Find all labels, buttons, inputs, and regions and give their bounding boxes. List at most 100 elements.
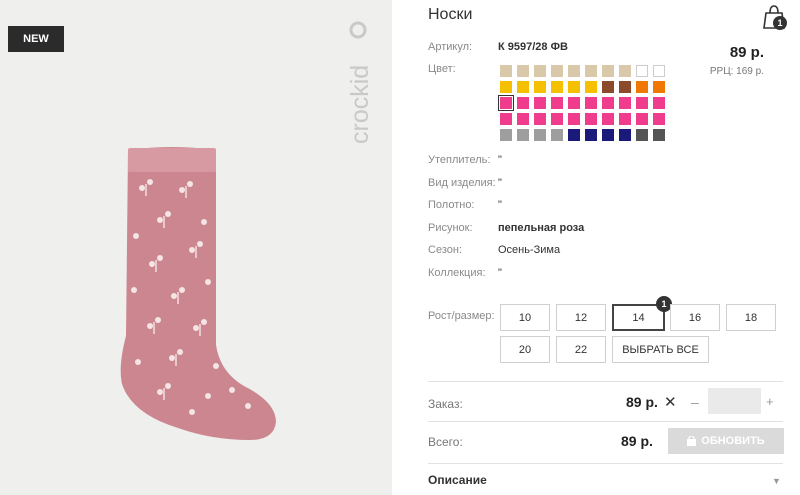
size-option[interactable]: 18 — [726, 304, 776, 331]
chevron-down-icon[interactable]: ▼ — [772, 476, 781, 486]
qty-plus-button[interactable]: + — [766, 394, 774, 409]
product-photo[interactable]: NEW crockid — [0, 0, 392, 495]
select-all-sizes-button[interactable]: ВЫБРАТЬ ВСЕ — [612, 336, 709, 363]
color-swatch[interactable] — [585, 129, 597, 141]
color-swatch[interactable] — [602, 65, 614, 77]
color-swatch[interactable] — [619, 129, 631, 141]
attribute-value: пепельная роза — [498, 222, 585, 234]
order-label: Заказ: — [428, 397, 463, 411]
size-option[interactable]: 20 — [500, 336, 550, 363]
svg-text:crockid: crockid — [346, 65, 374, 144]
color-swatch[interactable] — [568, 65, 580, 77]
divider — [428, 463, 783, 464]
color-swatch-selected[interactable] — [498, 95, 514, 111]
attribute-label: Полотно: — [428, 199, 475, 211]
color-swatch[interactable] — [534, 129, 546, 141]
color-swatch[interactable] — [636, 65, 648, 77]
color-swatch[interactable] — [585, 113, 597, 125]
divider — [428, 421, 783, 422]
color-swatch[interactable] — [534, 65, 546, 77]
color-swatch[interactable] — [517, 65, 529, 77]
color-swatch[interactable] — [636, 113, 648, 125]
color-swatch[interactable] — [636, 97, 648, 109]
color-swatch[interactable] — [653, 129, 665, 141]
attribute-value: " — [498, 199, 502, 211]
cart-count-badge: 1 — [773, 16, 787, 30]
attribute-value: " — [498, 267, 502, 279]
color-swatch[interactable] — [619, 113, 631, 125]
color-swatch[interactable] — [500, 81, 512, 93]
size-option[interactable]: 12 — [556, 304, 606, 331]
color-swatch[interactable] — [551, 113, 563, 125]
attribute-label: Вид изделия: — [428, 177, 496, 189]
color-swatch[interactable] — [500, 65, 512, 77]
color-swatch[interactable] — [602, 113, 614, 125]
sock-image — [120, 147, 277, 440]
remove-icon[interactable]: ✕ — [664, 393, 677, 411]
article-label: Артикул: — [428, 41, 473, 53]
total-label: Всего: — [428, 435, 463, 449]
description-toggle[interactable]: Описание — [428, 473, 487, 487]
color-swatch[interactable] — [568, 97, 580, 109]
color-swatch[interactable] — [585, 81, 597, 93]
order-price: 89 р. — [626, 394, 658, 410]
color-swatch[interactable] — [653, 97, 665, 109]
color-swatch[interactable] — [568, 129, 580, 141]
attribute-value: " — [498, 154, 502, 166]
color-swatch[interactable] — [551, 97, 563, 109]
color-swatch[interactable] — [636, 81, 648, 93]
color-swatch[interactable] — [517, 81, 529, 93]
color-label: Цвет: — [428, 63, 456, 75]
color-swatch[interactable] — [500, 113, 512, 125]
new-badge: NEW — [8, 26, 64, 52]
size-option[interactable]: 22 — [556, 336, 606, 363]
color-swatch[interactable] — [517, 129, 529, 141]
refresh-button-label: ОБНОВИТЬ — [701, 435, 765, 447]
quantity-input[interactable] — [708, 388, 761, 414]
color-swatch[interactable] — [619, 97, 631, 109]
color-swatch[interactable] — [653, 81, 665, 93]
color-swatch[interactable] — [636, 129, 648, 141]
attribute-value: " — [498, 177, 502, 189]
total-price: 89 р. — [621, 433, 653, 449]
color-swatch[interactable] — [568, 113, 580, 125]
size-option[interactable]: 16 — [670, 304, 720, 331]
color-swatch[interactable] — [551, 81, 563, 93]
color-swatch[interactable] — [602, 81, 614, 93]
color-swatch[interactable] — [653, 65, 665, 77]
color-swatch[interactable] — [602, 129, 614, 141]
color-swatch[interactable] — [534, 113, 546, 125]
color-swatch[interactable] — [585, 65, 597, 77]
divider — [428, 381, 783, 382]
rrp-price: РРЦ: 169 р. — [709, 66, 764, 77]
color-swatch[interactable] — [517, 97, 529, 109]
color-swatch[interactable] — [534, 97, 546, 109]
product-info-panel: Носки 1 Артикул: К 9597/28 ФВ 89 р. РРЦ:… — [428, 0, 788, 495]
size-label: Рост/размер: — [428, 310, 495, 322]
size-option[interactable]: 10 — [500, 304, 550, 331]
attribute-label: Сезон: — [428, 244, 462, 256]
qty-minus-button[interactable]: – — [691, 394, 699, 410]
color-swatch[interactable] — [619, 65, 631, 77]
color-swatch[interactable] — [568, 81, 580, 93]
attribute-value: Осень-Зима — [498, 244, 561, 256]
color-swatch[interactable] — [551, 129, 563, 141]
article-value: К 9597/28 ФВ — [498, 41, 568, 53]
attribute-label: Рисунок: — [428, 222, 473, 234]
color-swatch[interactable] — [500, 129, 512, 141]
refresh-button[interactable]: ОБНОВИТЬ — [668, 428, 784, 454]
attribute-label: Коллекция: — [428, 267, 486, 279]
color-swatch[interactable] — [517, 113, 529, 125]
color-swatch[interactable] — [653, 113, 665, 125]
color-swatch[interactable] — [602, 97, 614, 109]
color-swatch[interactable] — [534, 81, 546, 93]
attribute-label: Утеплитель: — [428, 154, 491, 166]
color-swatches — [498, 65, 665, 141]
cart-small-icon — [687, 436, 697, 446]
product-title: Носки — [428, 6, 473, 23]
color-swatch[interactable] — [585, 97, 597, 109]
brand-logo: crockid — [346, 21, 374, 144]
color-swatch[interactable] — [619, 81, 631, 93]
product-price: 89 р. — [729, 44, 764, 61]
color-swatch[interactable] — [551, 65, 563, 77]
